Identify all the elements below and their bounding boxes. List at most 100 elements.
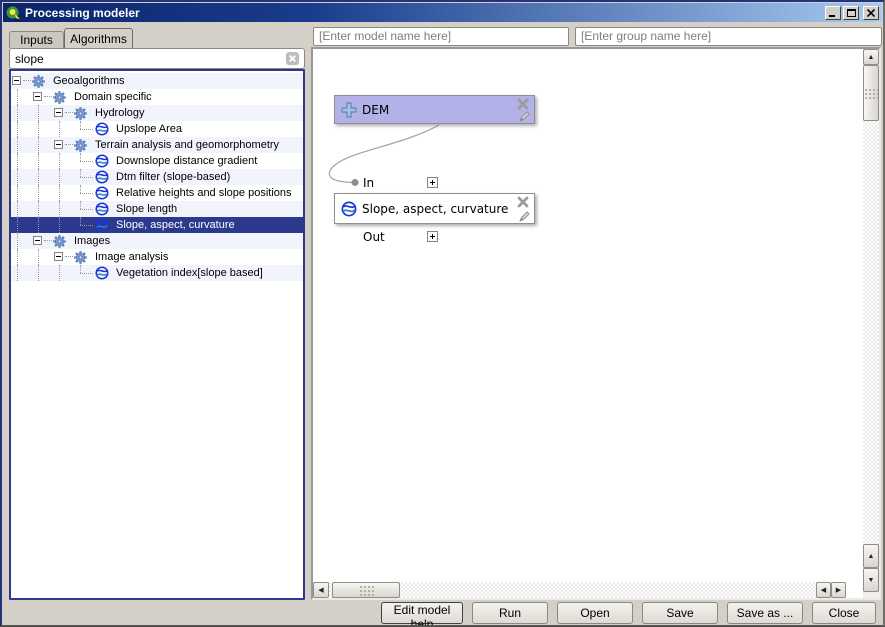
minimize-icon: [829, 9, 837, 17]
edit-node-icon[interactable]: [518, 110, 531, 123]
search-input[interactable]: slope: [9, 48, 305, 69]
tree-indent-guide: [32, 105, 53, 121]
clear-search-icon[interactable]: [285, 51, 300, 66]
scroll-left-button[interactable]: ◀: [313, 582, 329, 598]
titlebar[interactable]: Processing modeler: [3, 3, 882, 22]
vertical-scroll-thumb[interactable]: [863, 65, 879, 121]
tree-indent-guide: [32, 201, 53, 217]
tree-leaf-connector: [74, 185, 95, 201]
collapse-expander-icon[interactable]: [32, 89, 53, 105]
tree-item-label: Image analysis: [93, 251, 170, 263]
maximize-button[interactable]: [843, 6, 859, 20]
delete-node-icon[interactable]: [517, 196, 529, 208]
thumb-grip: [359, 585, 374, 596]
tree-item-label: Vegetation index[slope based]: [114, 267, 265, 279]
tree-item-upslope-area[interactable]: Upslope Area: [11, 121, 303, 137]
node-slope-aspect-curvature[interactable]: Slope, aspect, curvature: [334, 193, 535, 224]
input-plus-icon: [341, 102, 357, 118]
tree-item-terrain-analysis-and-geomorphometry[interactable]: Terrain analysis and geomorphometry: [11, 137, 303, 153]
tree-indent-guide: [11, 169, 32, 185]
run-button[interactable]: Run: [472, 602, 548, 624]
scroll-right-button[interactable]: ▶: [831, 582, 846, 598]
in-expand-icon[interactable]: [427, 177, 438, 188]
tree-item-domain-specific[interactable]: Domain specific: [11, 89, 303, 105]
tab-inputs[interactable]: Inputs: [9, 31, 64, 48]
tree-indent-guide: [32, 249, 53, 265]
saga-algorithm-icon: [95, 122, 109, 136]
tree-indent-guide: [11, 217, 32, 233]
gear-icon: [53, 235, 66, 248]
save-button[interactable]: Save: [642, 602, 718, 624]
tree-item-label: Relative heights and slope positions: [114, 187, 294, 199]
scroll-down-button[interactable]: ▼: [863, 568, 879, 592]
model-canvas[interactable]: DEM In Slope, aspect, curvature: [311, 47, 881, 600]
horizontal-scroll-track[interactable]: [329, 582, 816, 598]
gear-icon: [53, 91, 66, 104]
saga-algorithm-icon: [95, 186, 109, 200]
tree-item-label: Upslope Area: [114, 123, 184, 135]
tree-item-geoalgorithms[interactable]: Geoalgorithms: [11, 73, 303, 89]
tree-indent-guide: [32, 217, 53, 233]
window-title: Processing modeler: [25, 6, 825, 20]
saga-algorithm-icon: [95, 170, 109, 184]
tree-item-vegetation-index-slope-based[interactable]: Vegetation index[slope based]: [11, 265, 303, 281]
tree-indent-guide: [11, 265, 32, 281]
close-button[interactable]: [863, 6, 879, 20]
tree-indent-guide: [11, 89, 32, 105]
model-name-input[interactable]: [Enter model name here]: [313, 27, 569, 46]
collapse-expander-icon[interactable]: [53, 249, 74, 265]
collapse-expander-icon[interactable]: [53, 105, 74, 121]
open-button[interactable]: Open: [557, 602, 633, 624]
down-arrow-icon: ▼: [868, 577, 875, 584]
group-name-input[interactable]: [Enter group name here]: [575, 27, 882, 46]
tree-item-relative-heights-and-slope-positions[interactable]: Relative heights and slope positions: [11, 185, 303, 201]
delete-node-icon[interactable]: [517, 98, 529, 110]
algorithm-tree: GeoalgorithmsDomain specificHydrology Ups…: [9, 69, 305, 600]
tree-item-hydrology[interactable]: Hydrology: [11, 105, 303, 121]
tree-indent-guide: [11, 249, 32, 265]
tree-indent-guide: [32, 153, 53, 169]
tree-item-image-analysis[interactable]: Image analysis: [11, 249, 303, 265]
left-arrow-icon: ◀: [821, 587, 826, 594]
saga-algorithm-icon: [95, 266, 109, 280]
canvas-surface[interactable]: DEM In Slope, aspect, curvature: [313, 49, 879, 598]
tree-indent-guide: [11, 185, 32, 201]
saga-algorithm-icon: [95, 202, 109, 216]
close-icon: [867, 9, 875, 17]
tree-item-label: Images: [72, 235, 112, 247]
tree-item-label: Dtm filter (slope-based): [114, 171, 232, 183]
edit-node-icon[interactable]: [518, 210, 531, 223]
out-port-label: Out: [363, 230, 385, 244]
tree-item-label: Downslope distance gradient: [114, 155, 259, 167]
horizontal-scroll-thumb[interactable]: [332, 582, 400, 598]
search-value: slope: [15, 52, 285, 66]
gear-icon: [32, 75, 45, 88]
tree-item-slope-length[interactable]: Slope length: [11, 201, 303, 217]
scroll-up-button[interactable]: ▲: [863, 49, 879, 65]
node-dem[interactable]: DEM: [334, 95, 535, 124]
edit-model-help-button[interactable]: Edit model help: [381, 602, 463, 624]
save-as-button[interactable]: Save as ...: [727, 602, 803, 624]
scroll-left-button-right[interactable]: ◀: [816, 582, 831, 598]
close-dialog-button[interactable]: Close: [812, 602, 876, 624]
tree-item-label: Slope length: [114, 203, 179, 215]
collapse-expander-icon[interactable]: [32, 233, 53, 249]
scroll-up-button-bottom[interactable]: ▲: [863, 544, 879, 568]
out-expand-icon[interactable]: [427, 231, 438, 242]
vertical-scrollbar[interactable]: ▲ ▲ ▼: [863, 49, 879, 598]
tree-item-slope-aspect-curvature[interactable]: Slope, aspect, curvature: [11, 217, 303, 233]
vertical-scroll-track[interactable]: [863, 65, 879, 544]
tree-item-dtm-filter-slope-based[interactable]: Dtm filter (slope-based): [11, 169, 303, 185]
collapse-expander-icon[interactable]: [11, 73, 32, 89]
tree-item-downslope-distance-gradient[interactable]: Downslope distance gradient: [11, 153, 303, 169]
tree-indent-guide: [32, 121, 53, 137]
tab-algorithms[interactable]: Algorithms: [64, 28, 133, 48]
up-arrow-icon: ▲: [868, 553, 875, 560]
tree-indent-guide: [53, 217, 74, 233]
tree-item-images[interactable]: Images: [11, 233, 303, 249]
collapse-expander-icon[interactable]: [53, 137, 74, 153]
tree-indent-guide: [53, 185, 74, 201]
minimize-button[interactable]: [825, 6, 841, 20]
horizontal-scrollbar[interactable]: ◀ ◀ ▶: [313, 582, 846, 598]
left-arrow-icon: ◀: [318, 587, 323, 594]
